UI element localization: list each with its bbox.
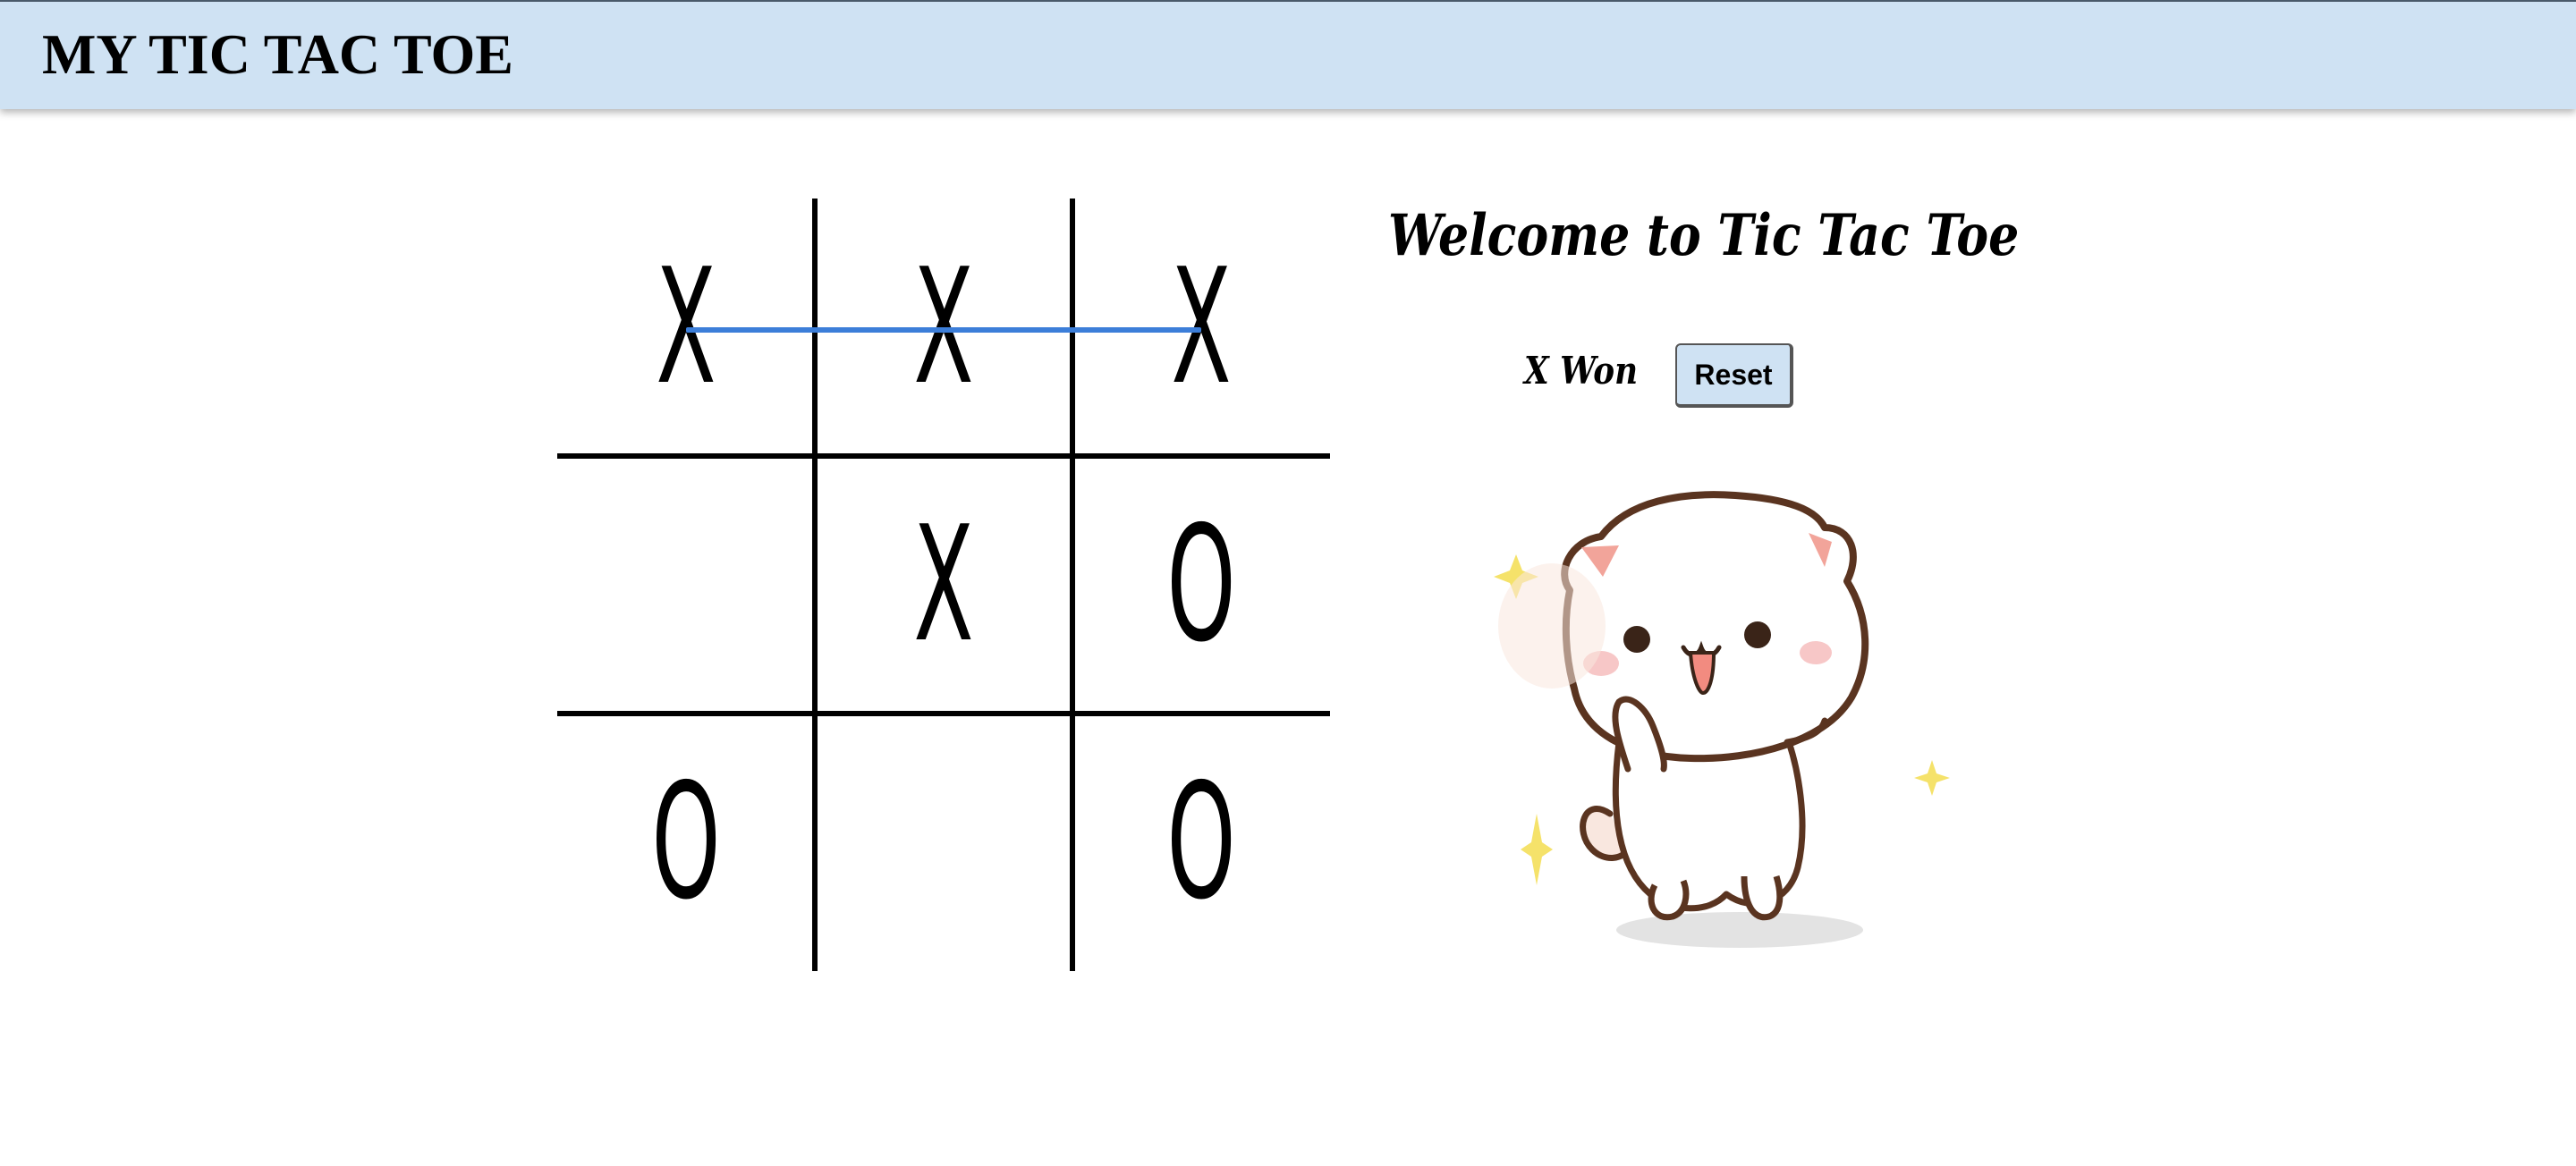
winning-line [686, 327, 1201, 333]
shadow-shape [1616, 912, 1863, 948]
cell-mark: O [651, 749, 721, 934]
leg-shape [1648, 879, 1690, 921]
grid-line-horizontal-1 [557, 453, 1330, 459]
head-shape [1561, 491, 1869, 763]
reset-button[interactable]: Reset [1675, 343, 1793, 408]
grid-line-vertical-2 [1070, 199, 1075, 971]
eye-shape [1623, 626, 1650, 653]
welcome-heading: Welcome to Tic Tac Toe [1388, 202, 2020, 269]
board-cell-8[interactable] [815, 714, 1072, 971]
cheek-shape [1800, 641, 1832, 664]
board-cell-9[interactable]: O [1072, 714, 1330, 971]
cute-cat-dancing-icon [1485, 474, 1968, 975]
cell-mark: X [913, 492, 974, 677]
board-cell-7[interactable]: O [557, 714, 815, 971]
sparkle-icon [1914, 760, 1950, 796]
game-status: X Won [1524, 349, 1639, 393]
cheek-shape [1498, 563, 1606, 689]
cell-mark: O [1166, 749, 1236, 934]
board-cell-5[interactable]: X [815, 456, 1072, 714]
grid-line-horizontal-2 [557, 711, 1330, 716]
grid-line-vertical-1 [812, 199, 818, 971]
sparkle-icon [1521, 814, 1553, 885]
game-board: X X X X O O O [557, 199, 1330, 971]
leg-shape [1741, 874, 1784, 921]
eye-shape [1744, 621, 1771, 648]
board-cell-6[interactable]: O [1072, 456, 1330, 714]
navbar: MY TIC TAC TOE [0, 0, 2576, 109]
board-cell-4[interactable] [557, 456, 815, 714]
cell-mark: O [1166, 492, 1236, 677]
app-title: MY TIC TAC TOE [42, 22, 513, 86]
